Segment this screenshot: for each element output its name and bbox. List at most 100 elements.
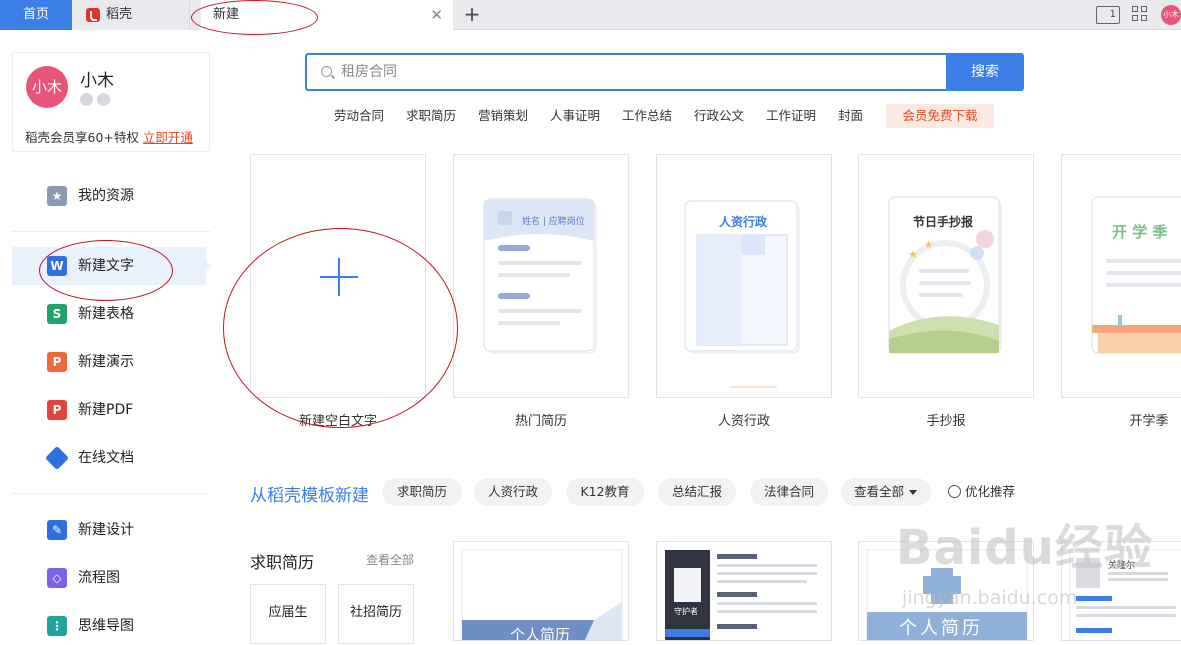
recommend-label: 优化推荐 bbox=[965, 484, 1016, 499]
thumb-text: 个人简历 bbox=[510, 626, 571, 641]
card-back-to-school[interactable]: 开 学 季 bbox=[1061, 154, 1181, 398]
vip-promo-text: 稻壳会员享60+特权 bbox=[25, 130, 139, 145]
thumb-text: 姓名 | 应聘岗位 bbox=[522, 217, 585, 227]
annotation-ellipse bbox=[223, 228, 458, 428]
sidebar-item-label: 流程图 bbox=[78, 570, 120, 586]
hot-tag[interactable]: 求职简历 bbox=[406, 104, 456, 128]
recommend-toggle[interactable]: 优化推荐 bbox=[948, 478, 1015, 506]
svg-text:★: ★ bbox=[924, 240, 933, 251]
watermark: Baidu经验 bbox=[896, 520, 1153, 576]
tab-docer[interactable]: 稻壳 bbox=[72, 0, 190, 30]
resume-template[interactable]: 个人简历 bbox=[453, 541, 629, 641]
search-button[interactable]: 搜索 bbox=[946, 53, 1024, 91]
thumb-text: 人资行政 bbox=[719, 215, 768, 229]
active-arrow-icon bbox=[206, 261, 212, 271]
sidebar-item-label: 思维导图 bbox=[78, 618, 134, 634]
sidebar-item-online-docs[interactable]: 在线文档 bbox=[12, 439, 206, 477]
tab-bar: 首页 稻壳 新建 ✕ + 1 小木 bbox=[0, 0, 1181, 31]
sidebar-item-new-pdf[interactable]: P 新建PDF bbox=[12, 391, 206, 429]
cloud-doc-icon bbox=[44, 445, 70, 471]
sidebar-divider bbox=[12, 493, 210, 494]
user-name: 小木 bbox=[80, 71, 114, 91]
level-badge-icon bbox=[97, 93, 110, 106]
thumb-text: 开 学 季 bbox=[1112, 223, 1168, 241]
card-label: 手抄报 bbox=[926, 414, 966, 429]
hot-tag[interactable]: 工作证明 bbox=[766, 104, 816, 128]
card-handwritten-newspaper[interactable]: ★ ★ 节日手抄报 bbox=[858, 154, 1034, 398]
school-thumbnail bbox=[1091, 196, 1181, 354]
avatar[interactable]: 小木 bbox=[1161, 5, 1181, 25]
hr-admin-thumbnail bbox=[684, 200, 800, 388]
view-all-link[interactable]: 查看全部 bbox=[366, 551, 414, 568]
pdf-icon: P bbox=[47, 400, 67, 420]
user-avatar[interactable]: 小木 bbox=[26, 66, 68, 108]
tab-docer-label: 稻壳 bbox=[106, 7, 133, 22]
card-label: 开学季 bbox=[1129, 414, 1169, 429]
sidebar-item-flowchart[interactable]: ◇ 流程图 bbox=[12, 559, 206, 597]
search-box bbox=[305, 53, 947, 91]
thumb-text: 节日手抄报 bbox=[913, 215, 974, 229]
pill-view-all-label: 查看全部 bbox=[853, 484, 904, 499]
mindmap-icon: ⋮ bbox=[47, 616, 67, 636]
subcategory-social[interactable]: 社招简历 bbox=[338, 584, 414, 644]
design-icon: ✎ bbox=[47, 520, 67, 540]
pill-k12[interactable]: K12教育 bbox=[566, 478, 644, 506]
vip-download-button[interactable]: 会员免费下载 bbox=[886, 104, 994, 128]
caret-down-icon bbox=[909, 490, 917, 495]
search-input[interactable] bbox=[341, 55, 941, 89]
sidebar-item-label: 新建PDF bbox=[78, 402, 134, 418]
sidebar-item-mindmap[interactable]: ⋮ 思维导图 bbox=[12, 607, 206, 645]
sidebar-item-new-design[interactable]: ✎ 新建设计 bbox=[12, 511, 206, 549]
card-label: 热门简历 bbox=[514, 414, 567, 429]
sidebar-divider bbox=[12, 231, 210, 232]
watermark-url: jingyan.baidu.com bbox=[902, 587, 1078, 609]
sidebar-item-label: 新建演示 bbox=[78, 354, 134, 370]
resume-section-title: 求职简历 bbox=[250, 553, 315, 572]
svg-text:★: ★ bbox=[908, 248, 918, 261]
pill-summary[interactable]: 总结汇报 bbox=[658, 478, 736, 506]
presentation-icon: P bbox=[47, 352, 67, 372]
sidebar-item-my-resources[interactable]: ★ 我的资源 bbox=[12, 177, 206, 215]
hot-tag[interactable]: 工作总结 bbox=[622, 104, 672, 128]
hot-tag[interactable]: 行政公文 bbox=[694, 104, 744, 128]
sidebar-item-label: 新建设计 bbox=[78, 522, 134, 538]
newspaper-thumbnail: ★ ★ bbox=[888, 196, 1002, 354]
template-section-title: 从稻壳模板新建 bbox=[250, 486, 369, 506]
subcategory-graduate[interactable]: 应届生 bbox=[250, 584, 326, 644]
vip-promo: 稻壳会员享60+特权 立即开通 bbox=[25, 127, 193, 146]
card-hot-resume[interactable]: 姓名 | 应聘岗位 bbox=[453, 154, 629, 398]
annotation-ellipse bbox=[39, 240, 173, 301]
apps-grid-icon[interactable] bbox=[1132, 6, 1148, 24]
card-hr-admin[interactable]: 人资行政 bbox=[656, 154, 832, 398]
hot-tag[interactable]: 劳动合同 bbox=[334, 104, 384, 128]
card-label: 人资行政 bbox=[717, 414, 770, 429]
close-icon[interactable]: ✕ bbox=[430, 0, 443, 30]
sidebar-item-new-presentation[interactable]: P 新建演示 bbox=[12, 343, 206, 381]
tab-home[interactable]: 首页 bbox=[0, 0, 72, 30]
user-card: 小木 小木 稻壳会员享60+特权 立即开通 bbox=[12, 52, 210, 152]
hot-tag[interactable]: 营销策划 bbox=[478, 104, 528, 128]
member-badge-icon bbox=[80, 93, 93, 106]
sidebar-item-label: 在线文档 bbox=[78, 450, 134, 466]
pill-resume[interactable]: 求职简历 bbox=[382, 478, 462, 506]
annotation-ellipse bbox=[191, 0, 318, 35]
smile-icon bbox=[948, 485, 961, 498]
thumb-text: 个人简历 bbox=[899, 618, 983, 639]
sidebar: 小木 小木 稻壳会员享60+特权 立即开通 ★ 我的资源 W 新建文字 S 新建… bbox=[0, 31, 222, 637]
hot-tag[interactable]: 人事证明 bbox=[550, 104, 600, 128]
flowchart-icon: ◇ bbox=[47, 568, 67, 588]
pill-view-all[interactable]: 查看全部 bbox=[841, 478, 931, 506]
add-tab-icon[interactable]: + bbox=[462, 3, 482, 25]
resume-thumbnail bbox=[483, 198, 597, 354]
layout-icon[interactable]: 1 bbox=[1096, 6, 1120, 24]
sidebar-item-label: 我的资源 bbox=[78, 188, 134, 204]
pill-hr-admin[interactable]: 人资行政 bbox=[474, 478, 552, 506]
pill-legal[interactable]: 法律合同 bbox=[750, 478, 828, 506]
sheet-icon: S bbox=[47, 304, 67, 324]
resume-template[interactable]: 守护者 bbox=[656, 541, 832, 641]
star-icon: ★ bbox=[47, 186, 67, 206]
hot-tag[interactable]: 封面 bbox=[838, 104, 863, 128]
resume-template-thumbnail bbox=[665, 550, 817, 640]
thumb-text: 守护者 bbox=[674, 607, 698, 616]
vip-open-link[interactable]: 立即开通 bbox=[143, 130, 193, 145]
